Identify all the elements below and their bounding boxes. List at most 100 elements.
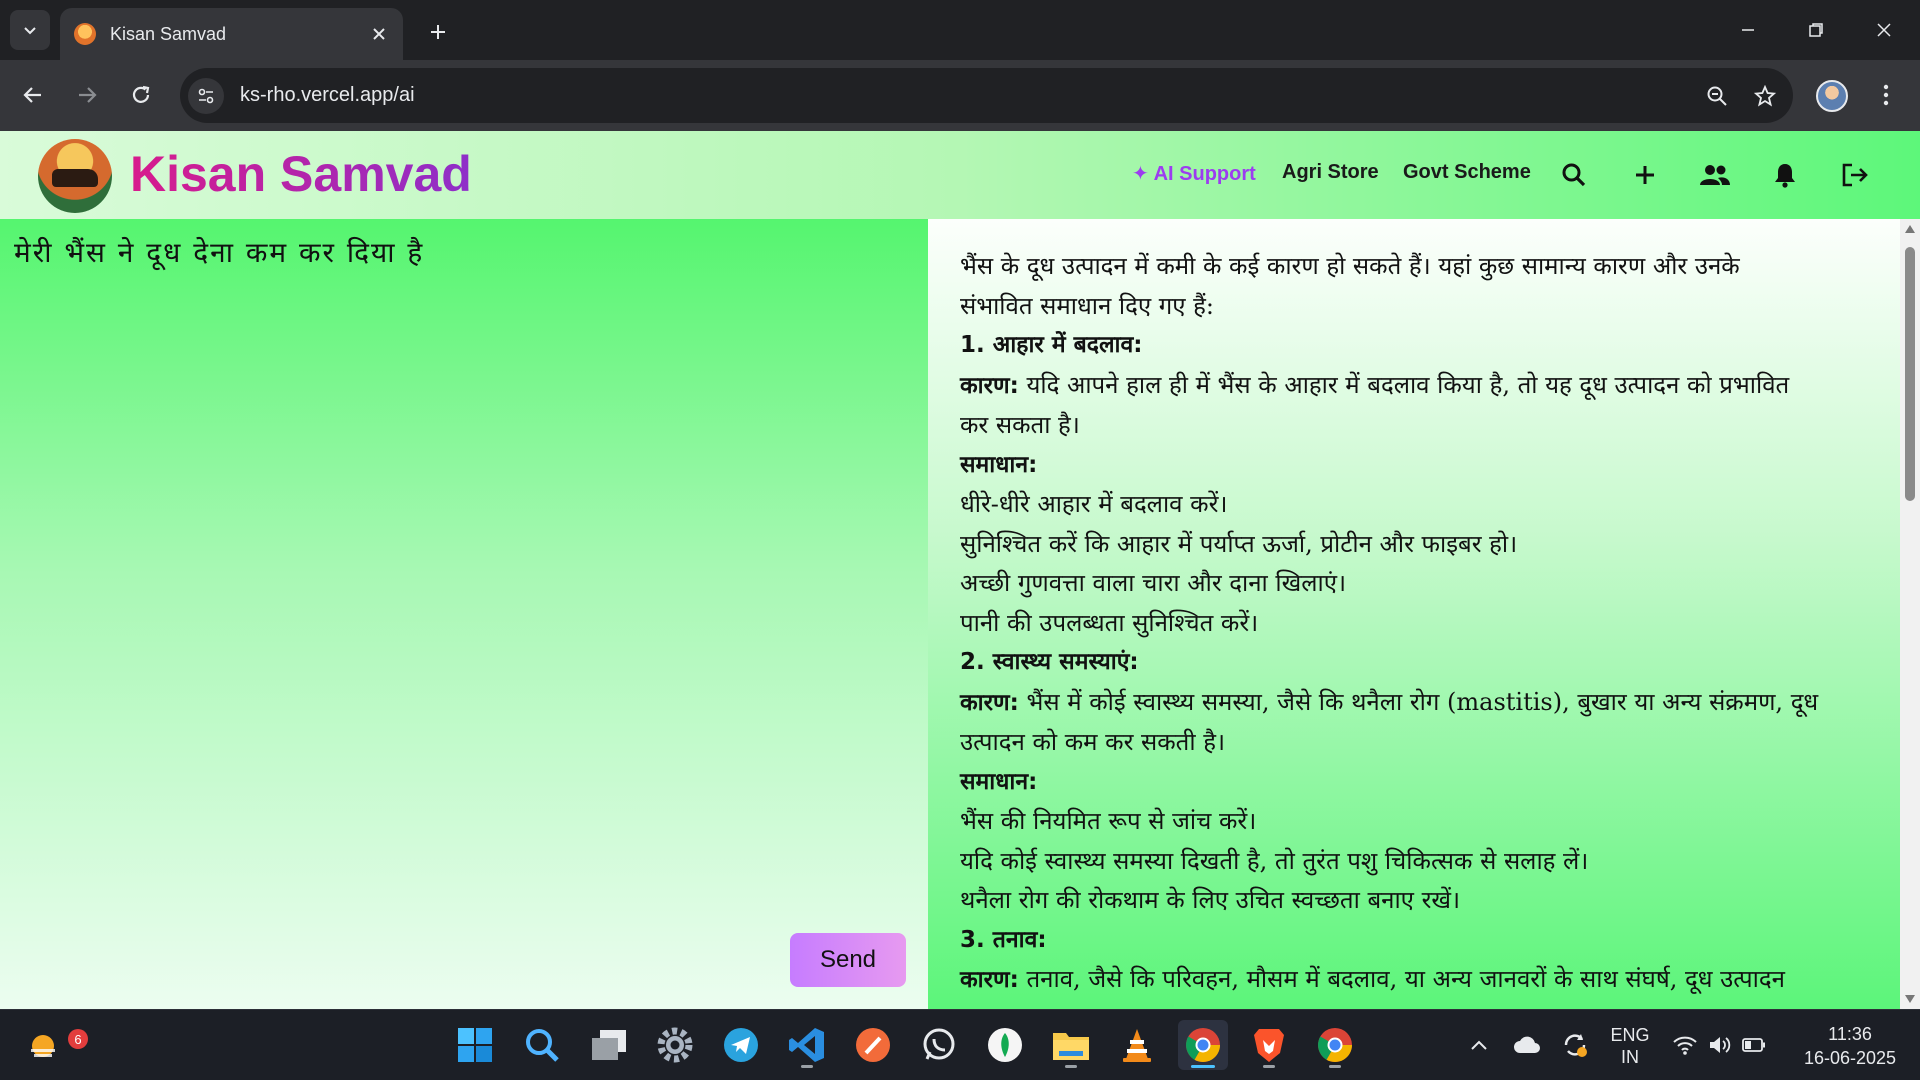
back-button[interactable] [12, 74, 54, 116]
answer-subheading: समाधान: [960, 768, 1038, 795]
ai-response-panel: भैंस के दूध उत्पादन में कमी के कई कारण ह… [928, 219, 1900, 1009]
logout-button[interactable] [1835, 155, 1875, 195]
bookmark-button[interactable] [1745, 76, 1785, 116]
language-code: ENG [1610, 1025, 1650, 1045]
telegram-app[interactable] [716, 1020, 766, 1070]
mongodb-icon [988, 1028, 1022, 1062]
plus-icon [431, 25, 445, 39]
brave-app[interactable] [1244, 1020, 1294, 1070]
chevron-up-icon [1471, 1040, 1487, 1050]
settings-app[interactable] [650, 1020, 700, 1070]
vscode-app[interactable] [782, 1020, 832, 1070]
clock[interactable]: 11:36 16-06-2025 [1790, 1022, 1910, 1070]
plus-icon [1636, 166, 1654, 184]
notifications-button[interactable] [1765, 155, 1805, 195]
postman-app[interactable] [848, 1020, 898, 1070]
add-post-button[interactable] [1625, 155, 1665, 195]
start-button[interactable] [450, 1020, 500, 1070]
task-view[interactable] [584, 1020, 634, 1070]
profile-avatar[interactable] [1816, 80, 1848, 112]
answer-line: यदि कोई स्वास्थ्य समस्या दिखती है, तो तु… [960, 846, 1589, 875]
nav-ai-support[interactable]: ✦ AI Support [1132, 161, 1256, 186]
answer-line-text: तनाव, जैसे कि परिवहन, मौसम में बदलाव, या… [1026, 965, 1785, 993]
chrome-profile-app[interactable] [1310, 1020, 1360, 1070]
browser-menu-button[interactable] [1868, 74, 1904, 116]
browser-tabstrip: Kisan Samvad [0, 0, 1920, 60]
close-window-button[interactable] [1850, 0, 1918, 60]
send-button[interactable]: Send [790, 933, 906, 987]
vlc-cone-icon [1123, 1029, 1151, 1062]
browser-tab[interactable]: Kisan Samvad [60, 8, 403, 60]
url-text: ks-rho.vercel.app/ai [240, 84, 415, 106]
community-button[interactable] [1695, 155, 1735, 195]
cloud-icon [1514, 1036, 1540, 1053]
restore-button[interactable] [1782, 0, 1850, 60]
ai-response-text: भैंस के दूध उत्पादन में कमी के कई कारण ह… [960, 247, 1880, 1001]
taskbar-search[interactable] [517, 1020, 567, 1070]
minimize-button[interactable] [1714, 0, 1782, 60]
triangle-down-icon [1905, 995, 1915, 1003]
logout-icon [1842, 163, 1868, 187]
answer-section-heading: 2. स्वास्थ्य समस्याएं: [960, 649, 1139, 675]
sync-tray[interactable] [1550, 1020, 1600, 1070]
mongodb-compass-app[interactable] [980, 1020, 1030, 1070]
chrome-app[interactable] [1178, 1020, 1228, 1070]
vlc-app[interactable] [1112, 1020, 1162, 1070]
new-tab-button[interactable] [418, 12, 458, 52]
answer-line: कारण: यदि आपने हाल ही में भैंस के आहार म… [960, 366, 1880, 407]
weather-widget[interactable]: 6 [20, 1020, 88, 1070]
tab-search-button[interactable] [10, 10, 50, 50]
prompt-panel[interactable]: मेरी भैंस ने दूध देना कम कर दिया है Send [0, 219, 928, 1009]
answer-line: संभावित समाधान दिए गए हैं: [960, 291, 1215, 320]
file-explorer-app[interactable] [1046, 1020, 1096, 1070]
address-bar[interactable]: ks-rho.vercel.app/ai [180, 68, 1793, 123]
scroll-up-arrow[interactable] [1904, 223, 1916, 235]
running-indicator [1329, 1065, 1341, 1068]
answer-line-text: भैंस में कोई स्वास्थ्य समस्या, जैसे कि थ… [1026, 687, 1819, 716]
answer-line: कारण: भैंस में कोई स्वास्थ्य समस्या, जैस… [960, 683, 1880, 724]
tab-close-button[interactable] [365, 20, 393, 48]
page-scrollbar[interactable] [1900, 219, 1920, 1009]
people-icon [1700, 165, 1730, 185]
page-viewport: Kisan Samvad ✦ AI Support Agri Store Gov… [0, 131, 1920, 1009]
answer-line: भैंस की नियमित रूप से जांच करें। [960, 807, 1257, 835]
answer-line-text: यदि आपने हाल ही में भैंस के आहार में बदल… [1026, 370, 1790, 399]
weather-badge: 6 [68, 1029, 88, 1049]
folder-icon [1053, 1033, 1089, 1060]
browser-toolbar: ks-rho.vercel.app/ai [0, 60, 1920, 131]
language-indicator[interactable]: ENG IN [1602, 1024, 1658, 1068]
reload-button[interactable] [120, 74, 162, 116]
brand-title[interactable]: Kisan Samvad [130, 145, 472, 203]
nav-agri-store[interactable]: Agri Store [1282, 161, 1379, 184]
triangle-up-icon [1905, 225, 1915, 233]
whatsapp-app[interactable] [914, 1020, 964, 1070]
telegram-icon [724, 1028, 758, 1062]
chevron-down-icon [24, 27, 36, 35]
site-favicon-icon [74, 23, 96, 45]
running-indicator [801, 1065, 813, 1068]
answer-section-heading: 1. आहार में बदलाव: [960, 332, 1143, 358]
answer-line: कर सकता है। [960, 411, 1080, 439]
answer-line: भैंस के दूध उत्पादन में कमी के कई कारण ह… [960, 252, 1740, 280]
vscode-icon [789, 1028, 824, 1062]
zoom-button[interactable] [1697, 76, 1737, 116]
quick-settings[interactable] [1664, 1020, 1774, 1070]
show-hidden-icons[interactable] [1454, 1020, 1504, 1070]
answer-subheading: समाधान: [960, 451, 1038, 478]
onedrive-tray[interactable] [1502, 1020, 1552, 1070]
answer-line: पानी की उपलब्धता सुनिश्चित करें। [960, 608, 1259, 637]
prompt-text[interactable]: मेरी भैंस ने दूध देना कम कर दिया है [14, 233, 424, 271]
kisan-logo[interactable] [38, 139, 112, 213]
scroll-down-arrow[interactable] [1904, 993, 1916, 1005]
clock-time: 11:36 [1828, 1024, 1872, 1044]
site-info-button[interactable] [188, 77, 224, 114]
scroll-thumb[interactable] [1905, 247, 1915, 501]
search-icon [1562, 163, 1586, 187]
gear-icon [657, 1027, 693, 1063]
forward-button[interactable] [66, 74, 108, 116]
nav-ai-support-label: AI Support [1153, 163, 1256, 185]
cause-label: कारण: [960, 967, 1019, 993]
search-button[interactable] [1554, 155, 1594, 195]
nav-govt-scheme[interactable]: Govt Scheme [1403, 161, 1531, 184]
more-vertical-icon [1883, 84, 1889, 106]
